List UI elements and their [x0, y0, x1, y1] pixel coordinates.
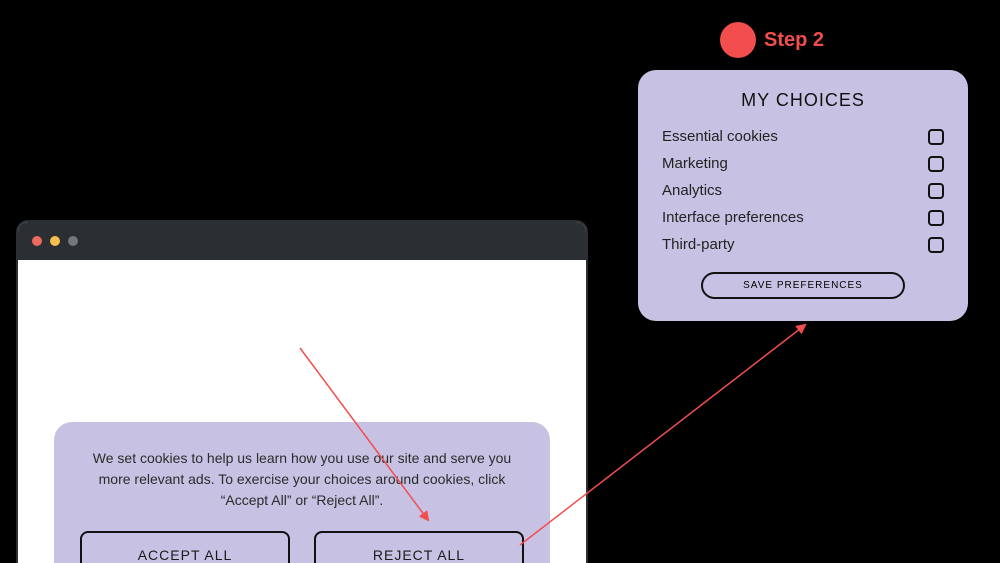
accept-all-button[interactable]: ACCEPT ALL: [80, 531, 290, 563]
cookie-banner-text: We set cookies to help us learn how you …: [80, 448, 524, 511]
checkbox-essential[interactable]: [928, 129, 944, 145]
option-row: Interface preferences: [662, 204, 944, 231]
option-row: Marketing: [662, 150, 944, 177]
cookie-banner: We set cookies to help us learn how you …: [54, 422, 550, 563]
choices-panel: MY CHOICES Essential cookies Marketing A…: [638, 70, 968, 321]
browser-titlebar: [18, 222, 586, 260]
option-label: Analytics: [662, 182, 722, 199]
option-row: Third-party: [662, 231, 944, 258]
browser-window: We set cookies to help us learn how you …: [16, 220, 588, 563]
option-label: Marketing: [662, 155, 728, 172]
option-row: Essential cookies: [662, 123, 944, 150]
traffic-light-green-icon: [68, 236, 78, 246]
step2-dot-icon: [720, 22, 756, 58]
checkbox-interface[interactable]: [928, 210, 944, 226]
option-label: Essential cookies: [662, 128, 778, 145]
save-preferences-button[interactable]: SAVE PREFERENCES: [701, 272, 905, 299]
traffic-light-yellow-icon: [50, 236, 60, 246]
checkbox-analytics[interactable]: [928, 183, 944, 199]
option-label: Third-party: [662, 236, 735, 253]
step2-marker: Step 2: [720, 22, 824, 58]
choices-panel-title: MY CHOICES: [662, 90, 944, 111]
reject-all-button[interactable]: REJECT ALL: [314, 531, 524, 563]
option-label: Interface preferences: [662, 209, 804, 226]
diagram-stage: Step 1 Step 2 We set cookies to help us …: [0, 0, 1000, 563]
step2-label: Step 2: [764, 29, 824, 52]
cookie-banner-buttons: ACCEPT ALL REJECT ALL: [80, 531, 524, 563]
checkbox-marketing[interactable]: [928, 156, 944, 172]
option-row: Analytics: [662, 177, 944, 204]
traffic-light-red-icon: [32, 236, 42, 246]
checkbox-thirdparty[interactable]: [928, 237, 944, 253]
